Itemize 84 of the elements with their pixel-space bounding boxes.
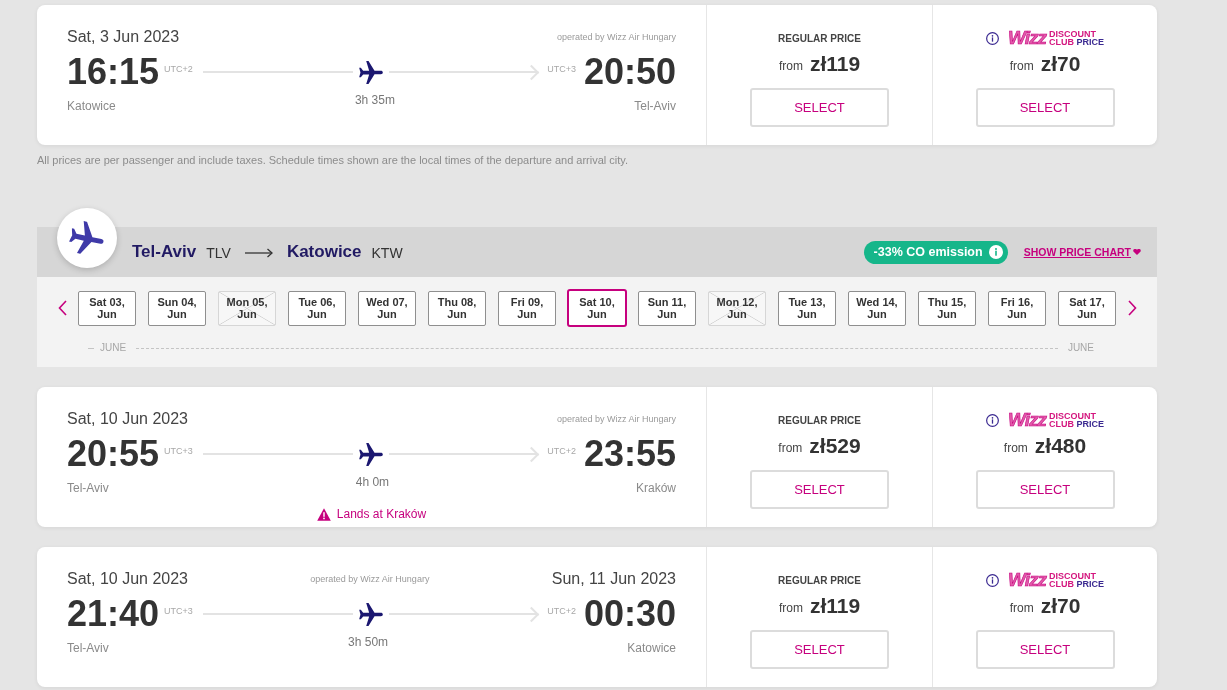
select-button[interactable]: SELECT <box>975 630 1115 669</box>
operated-by-text: operated by Wizz Air Hungary <box>556 414 676 424</box>
disclaimer-text: All prices are per passenger and include taxes. Schedule times shown are the local times of the departure and arrival city. <box>37 154 630 167</box>
utc-offset: UTC+3 <box>164 606 193 616</box>
info-icon[interactable] <box>985 413 999 427</box>
arrival-city: Katowice <box>627 641 676 655</box>
date-button[interactable]: Thu 08, Jun <box>428 290 486 326</box>
arrival-city: Kraków <box>635 481 676 495</box>
from-label: from <box>778 58 803 73</box>
date-button[interactable]: Sat 10, Jun <box>567 289 627 327</box>
date-button[interactable]: Tue 13, Jun <box>778 290 836 326</box>
select-button[interactable]: SELECT <box>750 470 889 509</box>
arrival-city: Tel-Aviv <box>634 99 676 113</box>
operated-by-text: operated by Wizz Air Hungary <box>310 574 430 584</box>
info-icon[interactable] <box>985 31 999 45</box>
fare-price: zł119 <box>809 594 861 618</box>
destination-code: KTW <box>371 245 403 261</box>
departure-city: Katowice <box>67 99 116 113</box>
origin-code: TLV <box>206 245 231 261</box>
departure-time: 16:15 <box>67 54 160 90</box>
fare-title: REGULAR PRICE <box>778 32 861 44</box>
emission-text: -33% CO emission <box>873 245 983 259</box>
from-label: from <box>1009 58 1034 73</box>
select-button[interactable]: SELECT <box>750 630 889 669</box>
departure-time: 20:55 <box>67 436 160 472</box>
plane-icon <box>57 208 117 268</box>
departure-date: Sat, 3 Jun 2023 <box>67 28 180 46</box>
utc-offset: UTC+2 <box>547 606 576 616</box>
fare-title: REGULAR PRICE <box>778 414 861 426</box>
date-button[interactable]: Sat 17, Jun <box>1058 290 1116 326</box>
month-label: JUNE <box>1067 342 1094 354</box>
date-button[interactable]: Wed 07, Jun <box>358 290 416 326</box>
utc-offset: UTC+2 <box>547 446 576 456</box>
date-button[interactable]: Sun 11, Jun <box>638 290 696 326</box>
from-label: from <box>778 600 803 615</box>
arrow-icon <box>244 248 273 258</box>
month-label: JUNE <box>100 342 127 354</box>
flight-duration: 4h 0m <box>355 475 390 489</box>
departure-time: 21:40 <box>67 596 160 632</box>
date-button[interactable]: Sun 04, Jun <box>148 290 206 326</box>
plane-icon <box>359 602 383 626</box>
departure-city: Tel-Aviv <box>67 641 109 655</box>
heart-icon <box>1133 249 1141 255</box>
utc-offset: UTC+2 <box>164 64 193 74</box>
arrival-time: 00:30 <box>583 596 676 632</box>
arrival-time: 20:50 <box>583 54 676 90</box>
date-button[interactable]: Tue 06, Jun <box>288 290 346 326</box>
price-chart-link[interactable]: SHOW PRICE CHART <box>1023 246 1141 258</box>
departure-date: Sat, 10 Jun 2023 <box>67 570 188 588</box>
from-label: from <box>1009 600 1034 615</box>
fare-title: REGULAR PRICE <box>778 574 861 586</box>
fare-price: zł70 <box>1040 52 1081 76</box>
utc-offset: UTC+3 <box>547 64 576 74</box>
departure-city: Tel-Aviv <box>67 481 109 495</box>
date-button[interactable]: Sat 03, Jun <box>78 290 136 326</box>
fare-price: zł529 <box>809 434 861 458</box>
chevron-left-icon <box>57 300 67 316</box>
flight-duration: 3h 50m <box>348 635 389 649</box>
info-icon[interactable] <box>985 573 999 587</box>
destination-city: Katowice <box>286 242 362 262</box>
select-button[interactable]: SELECT <box>975 470 1115 509</box>
landing-notice: Lands at Kraków <box>336 507 427 521</box>
departure-date: Sat, 10 Jun 2023 <box>67 410 188 428</box>
warning-icon <box>316 507 331 521</box>
fare-price: zł480 <box>1034 434 1087 458</box>
fare-price: zł119 <box>809 52 861 76</box>
date-button[interactable]: Fri 09, Jun <box>498 290 556 326</box>
date-button[interactable]: Thu 15, Jun <box>918 290 976 326</box>
from-label: from <box>778 440 803 455</box>
utc-offset: UTC+3 <box>164 446 193 456</box>
flight-duration: 3h 35m <box>354 93 395 107</box>
plane-icon <box>359 60 383 84</box>
fare-price: zł70 <box>1040 594 1081 618</box>
plane-icon <box>359 442 383 466</box>
operated-by-text: operated by Wizz Air Hungary <box>556 32 676 42</box>
from-label: from <box>1003 440 1028 455</box>
select-button[interactable]: SELECT <box>750 88 889 127</box>
date-button[interactable]: Fri 16, Jun <box>988 290 1046 326</box>
date-button[interactable]: Wed 14, Jun <box>848 290 906 326</box>
origin-city: Tel-Aviv <box>132 242 197 262</box>
chevron-right-icon <box>1127 300 1137 316</box>
select-button[interactable]: SELECT <box>975 88 1115 127</box>
arrival-date: Sun, 11 Jun 2023 <box>551 570 676 588</box>
arrival-time: 23:55 <box>583 436 676 472</box>
